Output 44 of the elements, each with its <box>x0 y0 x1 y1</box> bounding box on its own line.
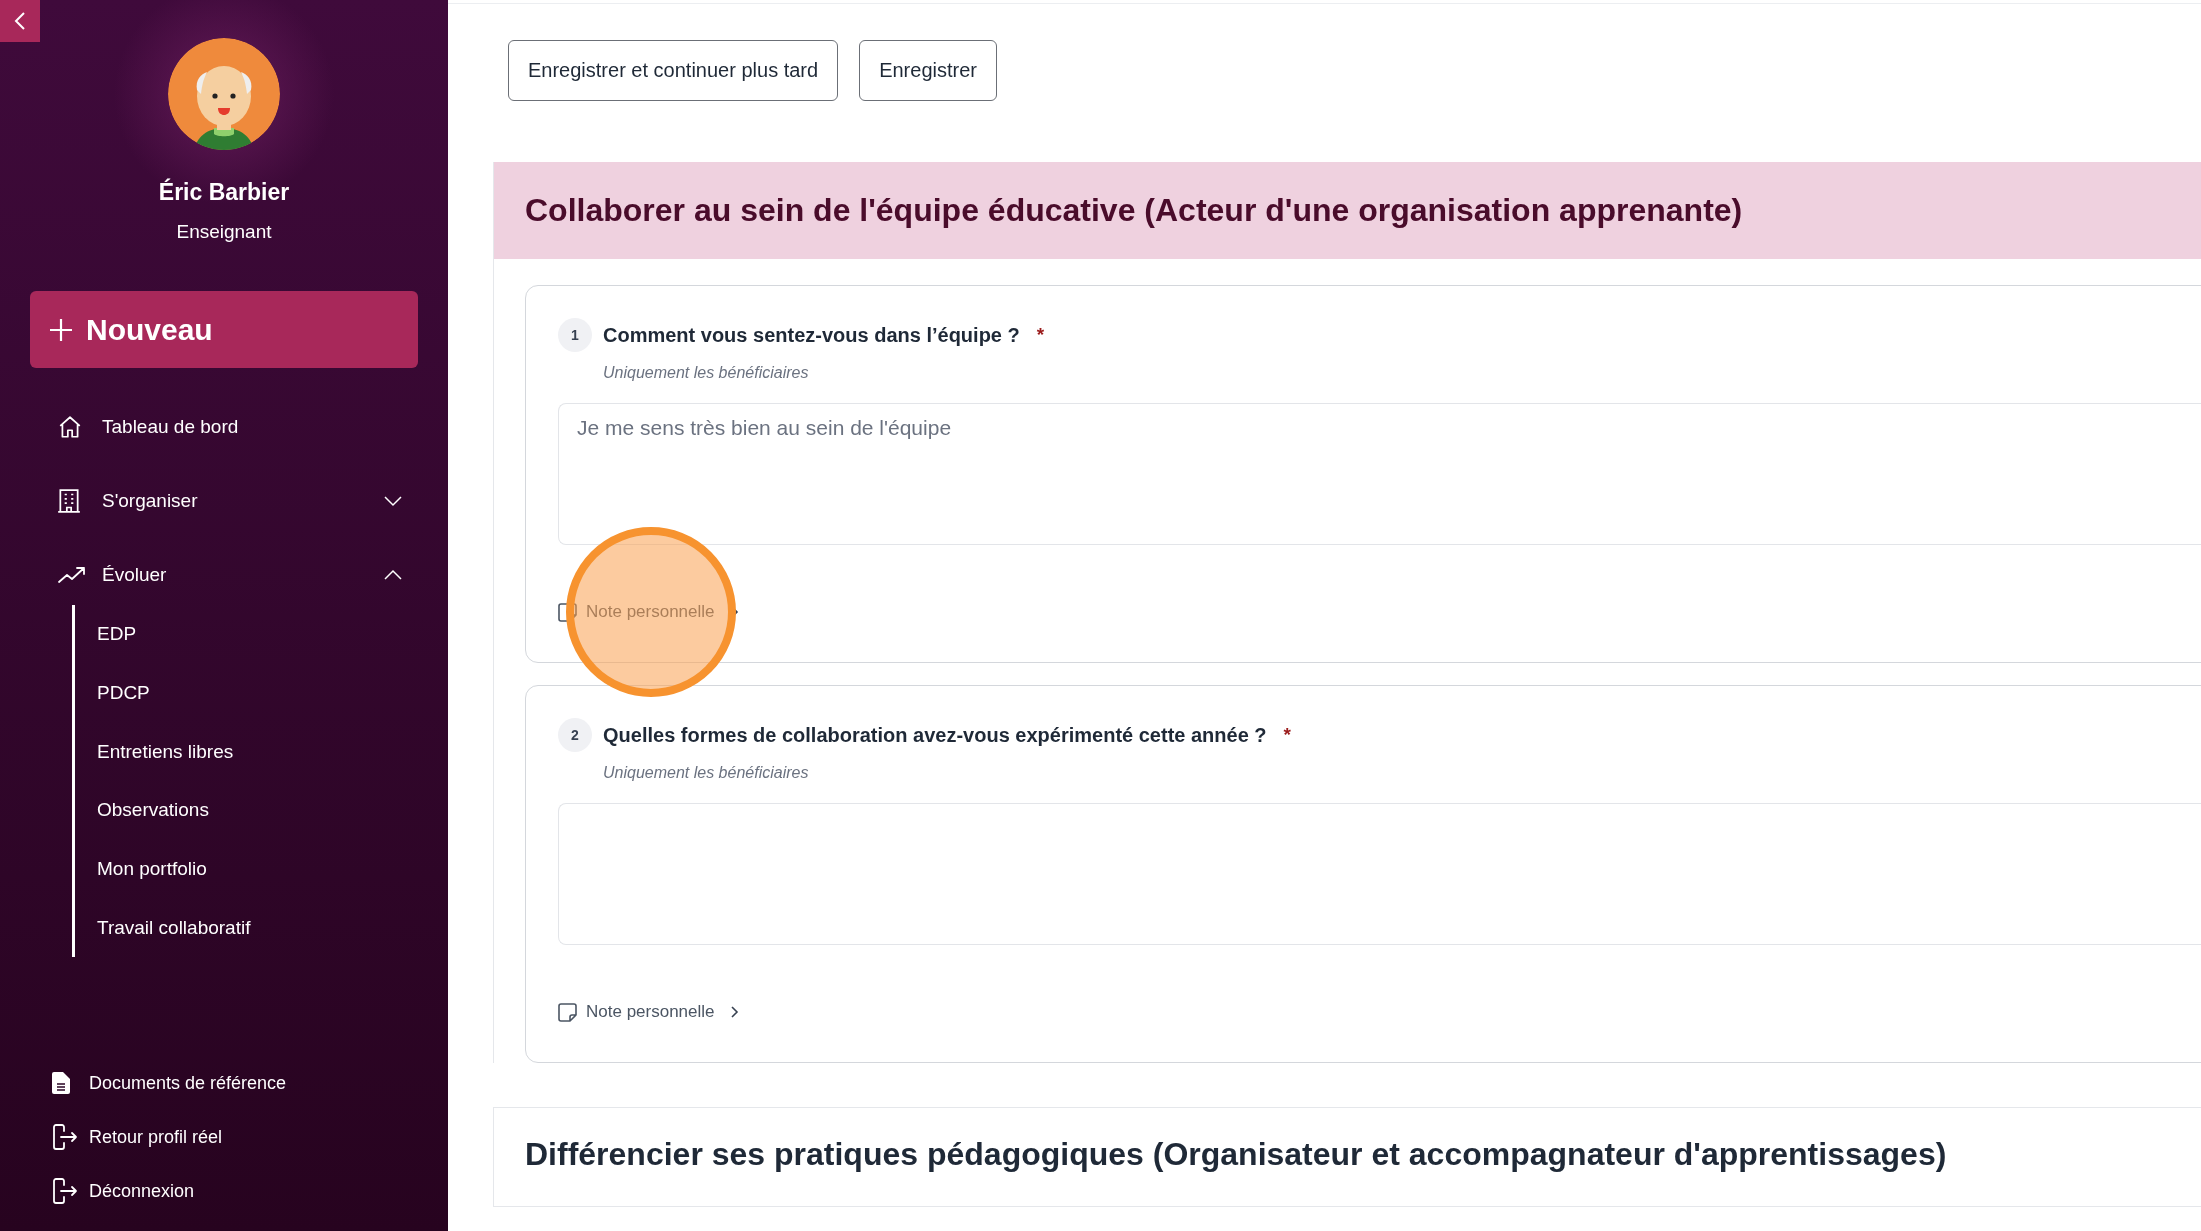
section-title: Différencier ses pratiques pédagogiques (Organisateur et accompagnateur d'apprentissages) <box>494 1107 2201 1207</box>
user-name: Éric Barbier <box>158 178 290 206</box>
document-icon <box>52 1072 70 1094</box>
sidebar-footer-link[interactable]: Documents de référence <box>0 1063 448 1103</box>
user-role: Enseignant <box>176 220 272 244</box>
new-button[interactable]: Nouveau <box>30 291 418 368</box>
audience-note: Uniquement les bénéficiaires <box>603 763 810 783</box>
required-mark: * <box>1036 324 1045 346</box>
sidebar-subitem[interactable]: Observations <box>75 781 448 840</box>
toolbar-button[interactable]: Enregistrer et continuer plus tard <box>508 40 839 101</box>
section-title: Collaborer au sein de l'équipe éducative (Acteur d'une organisation apprenante) <box>494 162 2201 259</box>
sidebar-nav-item[interactable]: S'organiser <box>0 476 448 526</box>
collapse-sidebar-button[interactable] <box>0 0 40 42</box>
chevron-left-icon <box>14 11 26 31</box>
question-text: Quelles formes de collaboration avez-vous expérimenté cette année ? <box>603 723 1267 747</box>
sidebar-subitem[interactable]: PDCP <box>75 663 448 723</box>
question-number: 1 <box>558 318 592 352</box>
audience-note: Uniquement les bénéficiaires <box>603 363 810 383</box>
question-text: Comment vous sentez-vous dans l’équipe ? <box>603 323 1020 347</box>
toolbar-button[interactable]: Enregistrer <box>859 40 997 101</box>
chevron-down-icon <box>383 495 403 507</box>
trending-up-icon <box>57 564 87 586</box>
home-icon <box>57 414 83 440</box>
sidebar-nav-item[interactable]: Tableau de bord <box>0 402 448 452</box>
sidebar-subitem[interactable]: Mon portfolio <box>75 839 448 899</box>
note-icon <box>558 1002 577 1022</box>
personal-note-link[interactable]: Note personnelle <box>558 1000 739 1024</box>
sidebar-subitem[interactable]: Entretiens libres <box>75 722 448 782</box>
building-icon <box>57 488 81 514</box>
chevron-up-icon <box>383 569 403 581</box>
sidebar-nav-item[interactable]: Évoluer <box>0 550 448 600</box>
exit-icon <box>52 1123 78 1151</box>
sidebar-footer-link[interactable]: Retour profil réel <box>0 1117 448 1157</box>
exit-icon <box>52 1177 78 1205</box>
answer-field[interactable]: Je me sens très bien au sein de l'équipe <box>558 403 2201 545</box>
question-number: 2 <box>558 718 592 752</box>
required-mark: * <box>1283 724 1291 746</box>
sidebar-subitem[interactable]: EDP <box>75 605 448 664</box>
sidebar-footer-link[interactable]: Déconnexion <box>0 1171 448 1211</box>
note-icon <box>558 602 577 622</box>
sidebar-subitem[interactable]: Travail collaboratif <box>75 898 448 958</box>
answer-field[interactable] <box>558 803 2201 945</box>
plus-icon <box>50 318 72 341</box>
chevron-right-icon <box>729 1005 739 1019</box>
